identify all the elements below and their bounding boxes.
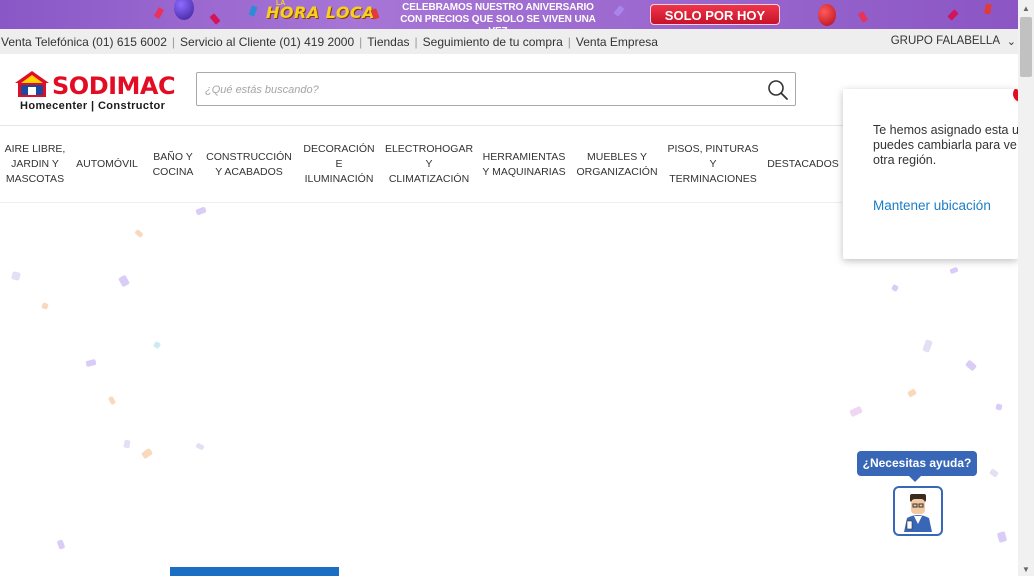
location-message-line: otra región.	[873, 153, 937, 167]
confetti-decoration	[857, 11, 869, 23]
confetti-decoration	[140, 447, 154, 460]
confetti-decoration	[41, 302, 49, 310]
confetti-decoration	[989, 468, 999, 478]
confetti-decoration	[123, 439, 131, 449]
utility-link-order-tracking[interactable]: Seguimiento de tu compra	[423, 35, 563, 49]
confetti-decoration	[85, 358, 97, 368]
confetti-decoration	[209, 13, 221, 25]
separator: |	[171, 35, 176, 49]
sodimac-logo[interactable]: SODIMAC Homecenter | Constructor	[14, 70, 184, 114]
nav-item-label: BAÑO Y COCINA	[152, 150, 194, 178]
confetti-decoration	[107, 395, 117, 406]
confetti-decoration	[118, 274, 130, 288]
promo-celebration-text: CELEBRAMOS NUESTRO ANIVERSARIO CON PRECI…	[392, 2, 604, 29]
confetti-decoration	[984, 3, 992, 15]
utility-bar: Venta Telefónica (01) 615 6002 | Servicio …	[0, 29, 1018, 54]
location-message: Te hemos asignado esta ul puedes cambiar…	[873, 123, 1018, 168]
house-logo-icon	[15, 71, 49, 97]
nav-item-bano-cocina[interactable]: BAÑO Y COCINA	[148, 126, 198, 203]
nav-item-aire-libre[interactable]: AIRE LIBRE, JARDIN Y MASCOTAS	[4, 126, 66, 203]
confetti-decoration	[890, 283, 900, 293]
category-nav: AIRE LIBRE, JARDIN Y MASCOTAS AUTOMÓVIL …	[0, 126, 842, 203]
scrollbar-thumb[interactable]	[1020, 17, 1032, 77]
confetti-decoration	[964, 359, 978, 372]
page-scrollbar[interactable]: ▲ ▼	[1018, 0, 1034, 576]
promo-line-1: CELEBRAMOS NUESTRO ANIVERSARIO	[402, 2, 594, 13]
nav-item-herramientas[interactable]: HERRAMIENTAS Y MAQUINARIAS	[480, 126, 568, 203]
confetti-decoration	[947, 9, 959, 21]
nav-item-label: AUTOMÓVIL	[76, 158, 138, 170]
nav-item-label: AIRE LIBRE, JARDIN Y MASCOTAS	[4, 143, 66, 185]
logo-wordmark: SODIMAC	[52, 72, 176, 100]
location-popup: Te hemos asignado esta ul puedes cambiar…	[843, 89, 1018, 259]
confetti-decoration	[11, 271, 21, 281]
nav-item-label: HERRAMIENTAS Y MAQUINARIAS	[482, 150, 566, 178]
nav-item-electrohogar[interactable]: ELECTROHOGAR Y CLIMATIZACIÓN	[384, 126, 474, 203]
utility-links: Venta Telefónica (01) 615 6002 | Servicio …	[1, 35, 658, 49]
confetti-decoration	[996, 531, 1008, 543]
chevron-down-icon[interactable]: ⌄	[1007, 35, 1016, 48]
nav-item-construccion[interactable]: CONSTRUCCIÓN Y ACABADOS	[204, 126, 294, 203]
promo-hora-loca: HORA LOCA	[266, 3, 376, 22]
location-message-line: puedes cambiarla para ve	[873, 138, 1017, 152]
content-button-partial[interactable]	[170, 567, 339, 576]
confetti-decoration	[56, 539, 66, 550]
nav-item-destacados[interactable]: DESTACADOS	[766, 126, 840, 203]
confetti-decoration	[248, 5, 258, 17]
help-bubble-button[interactable]: ¿Necesitas ayuda?	[857, 451, 977, 482]
nav-item-label: PISOS, PINTURAS Y TERMINACIONES	[667, 143, 759, 185]
nav-item-muebles[interactable]: MUEBLES Y ORGANIZACIÓN	[574, 126, 660, 203]
nav-item-pisos-pinturas[interactable]: PISOS, PINTURAS Y TERMINACIONES	[666, 126, 760, 203]
promo-line-2: CON PRECIOS QUE SOLO SE VIVEN UNA VEZ	[400, 14, 596, 29]
separator: |	[359, 35, 363, 49]
confetti-decoration	[949, 266, 959, 275]
confetti-decoration	[995, 403, 1003, 411]
nav-item-label: ELECTROHOGAR Y CLIMATIZACIÓN	[384, 143, 474, 185]
confetti-decoration	[849, 405, 863, 418]
search-input[interactable]	[205, 80, 745, 100]
confetti-decoration	[134, 229, 144, 238]
confetti-decoration	[195, 442, 205, 451]
confetti-decoration	[907, 388, 917, 398]
confetti-decoration	[195, 206, 207, 216]
separator: |	[414, 35, 418, 49]
separator: |	[567, 35, 571, 49]
logo-subtitle: Homecenter | Constructor	[20, 100, 166, 112]
help-agent-avatar[interactable]	[893, 486, 943, 536]
grupo-falabella-menu[interactable]: GRUPO FALABELLA	[891, 35, 1000, 47]
nav-item-automovil[interactable]: AUTOMÓVIL	[72, 126, 142, 203]
utility-link-stores[interactable]: Tiendas	[367, 35, 409, 49]
nav-item-label: MUEBLES Y ORGANIZACIÓN	[576, 150, 658, 178]
solo-por-hoy-badge[interactable]: SOLO POR HOY	[650, 4, 780, 25]
scroll-up-icon[interactable]: ▲	[1022, 4, 1030, 13]
utility-link-customer-service[interactable]: Servicio al Cliente (01) 419 2000	[180, 35, 354, 49]
nav-item-label: CONSTRUCCIÓN Y ACABADOS	[206, 150, 292, 178]
utility-link-business-sales[interactable]: Venta Empresa	[576, 35, 658, 49]
utility-link-phone-sales[interactable]: Venta Telefónica (01) 615 6002	[1, 35, 167, 49]
confetti-decoration	[153, 7, 165, 19]
scroll-down-icon[interactable]: ▼	[1022, 565, 1030, 574]
location-message-line: Te hemos asignado esta ul	[873, 123, 1018, 137]
balloon-icon	[174, 0, 194, 20]
agent-avatar-icon	[904, 494, 932, 532]
nav-item-label: DESTACADOS	[767, 158, 839, 170]
search-icon[interactable]	[767, 79, 789, 101]
search-box	[196, 72, 796, 106]
nav-item-decoracion[interactable]: DECORACIÓN E ILUMINACIÓN	[300, 126, 378, 203]
balloon-icon	[818, 4, 836, 26]
nav-item-label: DECORACIÓN E ILUMINACIÓN	[303, 143, 375, 185]
keep-location-link[interactable]: Mantener ubicación	[873, 198, 991, 213]
confetti-decoration	[922, 339, 933, 353]
confetti-decoration	[613, 5, 625, 17]
confetti-decoration	[152, 340, 162, 350]
promo-banner[interactable]: LA HORA LOCA CELEBRAMOS NUESTRO ANIVERSA…	[0, 0, 1018, 29]
